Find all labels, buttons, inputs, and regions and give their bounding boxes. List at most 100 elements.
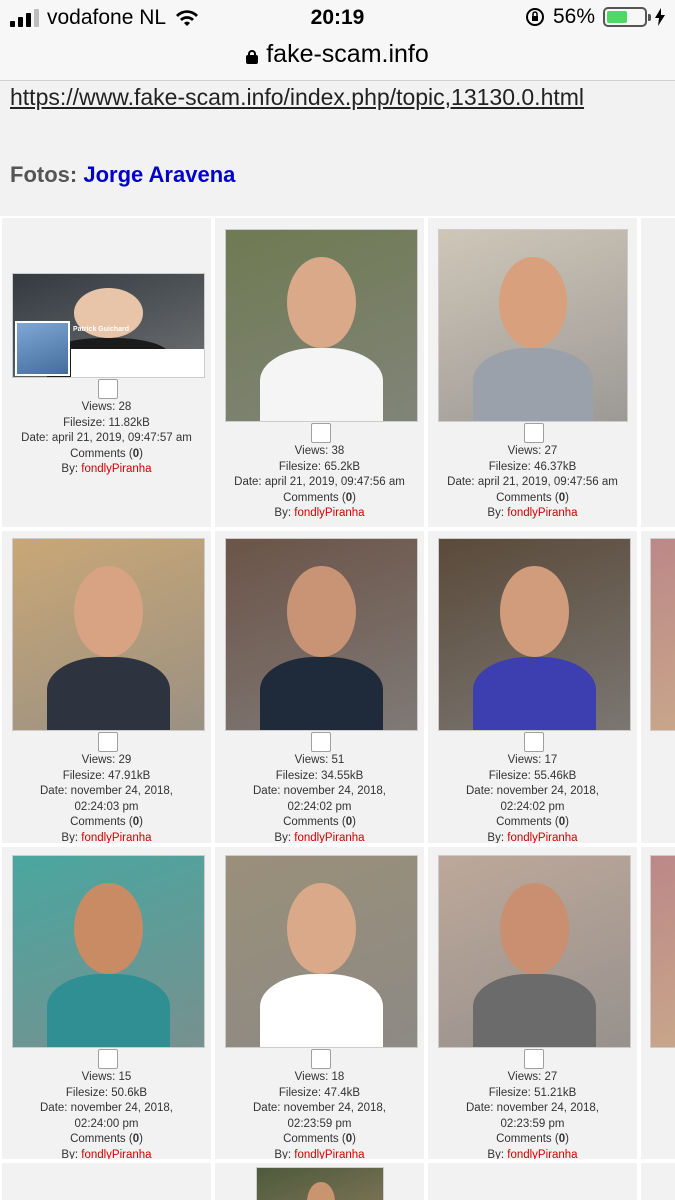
comments-line: Comments (0) [215,491,424,507]
uploader-link[interactable]: fondlyPiranha [81,1149,151,1160]
photo-meta: Views: 15 Filesize: 50.6kB Date: november … [2,1070,211,1161]
charging-bolt-icon [655,8,665,26]
person-name-link[interactable]: Jorge Aravena [83,162,235,187]
photo-thumbnail[interactable] [12,855,205,1048]
photo-meta: Views: 27 Filesize: 51.21kB Date: november… [428,1070,637,1161]
uploader-line: By: fondlyPiranha [428,831,637,844]
comments-end: ) [352,816,356,828]
photo-thumbnail[interactable] [438,538,631,731]
photo-meta: Views: 27 Filesize: 46.37kB Date: april 21… [428,444,637,522]
grid-cell [639,845,675,1161]
uploader-link[interactable]: fondlyPiranha [294,832,364,844]
photo-thumbnail-partial[interactable] [650,855,675,1048]
select-checkbox[interactable] [310,1049,331,1069]
views-count: Views: 28 [81,401,132,413]
photo-thumbnail[interactable] [438,855,631,1048]
grid-cell [426,1161,639,1200]
upload-date: Date: april 21, 2019, 09:47:56 am [447,476,618,488]
photo-thumbnail[interactable] [12,538,205,731]
uploader-link[interactable]: fondlyPiranha [507,832,577,844]
views-count: Views: 15 [81,1071,132,1083]
comments-end: ) [565,1133,569,1145]
select-checkbox[interactable] [523,1049,544,1069]
comments-label: Comments ( [70,447,133,460]
uploader-link[interactable]: fondlyPiranha [294,1149,364,1160]
uploader-link[interactable]: fondlyPiranha [507,1149,577,1160]
photo-thumbnail[interactable] [225,855,418,1048]
filesize: Filesize: 34.55kB [275,769,364,782]
grid-cell [639,216,675,529]
filesize: Filesize: 47.4kB [278,1086,361,1099]
by-label: By: [61,1148,79,1161]
views-count: Views: 51 [294,754,345,766]
comments-label: Comments ( [70,816,133,828]
photo-thumbnail[interactable] [225,229,418,422]
photo-thumbnail[interactable] [438,229,628,422]
photo-meta: Views: 28 Filesize: 11.82kB Date: april 21… [2,400,211,478]
overlay-name-label: Patrick Guichard [73,326,130,333]
uploader-line: By: fondlyPiranha [2,831,211,844]
comments-label: Comments ( [496,491,559,504]
uploader-line: By: fondlyPiranha [2,1148,211,1161]
comments-end: ) [565,491,569,504]
filesize: Filesize: 47.91kB [62,769,151,782]
select-checkbox[interactable] [310,423,331,443]
uploader-link[interactable]: fondlyPiranha [294,507,364,519]
uploader-link[interactable]: fondlyPiranha [81,463,151,475]
comments-end: ) [139,816,143,828]
domain-label: fake-scam.info [266,40,429,68]
comments-end: ) [139,447,143,460]
views-count: Views: 38 [294,445,345,457]
select-checkbox[interactable] [97,379,118,399]
uploader-link[interactable]: fondlyPiranha [507,507,577,519]
upload-time: 02:23:59 pm [287,1117,352,1130]
grid-cell: Views: 17 Filesize: 55.46kB Date: november… [426,529,639,845]
comments-line: Comments (0) [215,1132,424,1148]
by-label: By: [274,1148,292,1161]
photo-meta: Views: 17 Filesize: 55.46kB Date: november… [428,753,637,844]
by-label: By: [487,1148,505,1161]
select-checkbox[interactable] [523,423,544,443]
comments-end: ) [352,1133,356,1145]
upload-date: Date: april 21, 2019, 09:47:57 am [21,432,192,444]
uploader-line: By: fondlyPiranha [215,1148,424,1161]
comments-label: Comments ( [283,1133,346,1145]
comments-label: Comments ( [70,1133,133,1145]
photo-thumbnail-partial[interactable] [256,1167,384,1200]
views-count: Views: 29 [81,754,132,766]
upload-time: 02:24:02 pm [287,800,352,813]
grid-cell [639,1161,675,1200]
upload-time: 02:24:03 pm [74,800,139,813]
comments-line: Comments (0) [428,815,637,831]
comments-line: Comments (0) [428,1132,637,1148]
address-bar-content: fake-scam.info [0,40,675,69]
by-label: By: [487,831,505,844]
select-checkbox[interactable] [310,732,331,752]
rotation-lock-icon [525,8,544,26]
comments-line: Comments (0) [2,447,211,463]
comments-line: Comments (0) [2,815,211,831]
select-checkbox[interactable] [97,732,118,752]
topic-url-link[interactable]: https://www.fake-scam.info/index.php/top… [10,84,584,111]
filesize: Filesize: 50.6kB [65,1086,148,1099]
upload-date: Date: november 24, 2018, [466,785,599,797]
comments-label: Comments ( [283,491,346,504]
select-checkbox[interactable] [97,1049,118,1069]
filesize: Filesize: 11.82kB [63,416,150,429]
photo-thumbnail[interactable]: Patrick Guichard [12,273,205,378]
grid-cell: Views: 27 Filesize: 51.21kB Date: november… [426,845,639,1161]
photo-thumbnail-partial[interactable] [650,538,675,731]
grid-cell: Views: 38 Filesize: 65.2kB Date: april 21,… [213,216,426,529]
by-label: By: [274,831,292,844]
by-label: By: [487,507,505,519]
address-bar[interactable]: fake-scam.info [0,36,675,81]
comments-end: ) [139,1133,143,1145]
uploader-link[interactable]: fondlyPiranha [81,832,151,844]
uploader-line: By: fondlyPiranha [2,462,211,478]
grid-cell: Views: 27 Filesize: 46.37kB Date: april 21… [426,216,639,529]
photo-meta: Views: 38 Filesize: 65.2kB Date: april 21,… [215,444,424,522]
comments-label: Comments ( [496,816,559,828]
photo-thumbnail[interactable] [225,538,418,731]
filesize: Filesize: 65.2kB [278,460,361,473]
select-checkbox[interactable] [523,732,544,752]
